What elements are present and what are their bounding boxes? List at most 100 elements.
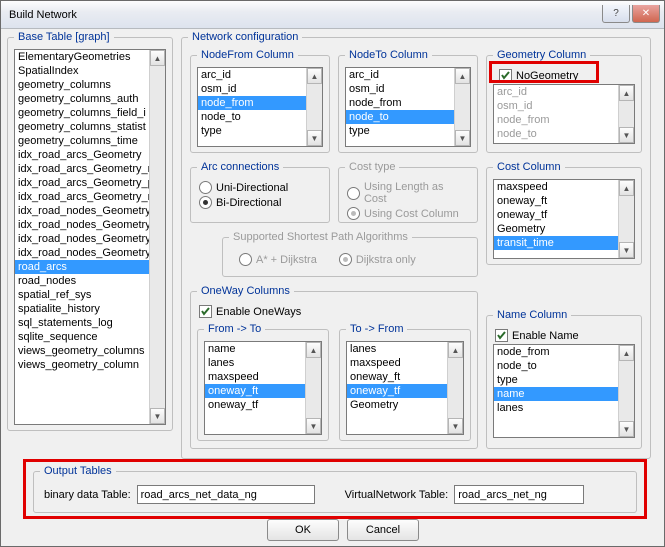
- list-item[interactable]: spatialite_history: [15, 302, 165, 316]
- scroll-up-icon[interactable]: ▲: [307, 68, 322, 84]
- list-item[interactable]: idx_road_arcs_Geometry: [15, 148, 165, 162]
- enable-oneways-row[interactable]: Enable OneWays: [199, 305, 469, 318]
- list-item[interactable]: idx_road_arcs_Geometry_p: [15, 176, 165, 190]
- list-item[interactable]: maxspeed: [205, 370, 321, 384]
- scroll-down-icon[interactable]: ▼: [448, 418, 463, 434]
- enable-name-row[interactable]: Enable Name: [495, 329, 633, 342]
- list-item[interactable]: arc_id: [198, 68, 322, 82]
- from-to-listbox[interactable]: namelanesmaxspeedoneway_ftoneway_tf▲▼: [204, 341, 322, 435]
- scrollbar[interactable]: ▲▼: [454, 68, 470, 146]
- list-item[interactable]: node_to: [346, 110, 470, 124]
- list-item[interactable]: transit_time: [494, 236, 634, 250]
- list-item[interactable]: osm_id: [198, 82, 322, 96]
- list-item[interactable]: spatial_ref_sys: [15, 288, 165, 302]
- base-table-listbox[interactable]: ElementaryGeometriesSpatialIndexgeometry…: [14, 49, 166, 425]
- list-item[interactable]: type: [494, 373, 634, 387]
- list-item[interactable]: maxspeed: [347, 356, 463, 370]
- virtualnetwork-input[interactable]: road_arcs_net_ng: [454, 485, 584, 504]
- list-item[interactable]: oneway_tf: [347, 384, 463, 398]
- scroll-up-icon[interactable]: ▲: [619, 180, 634, 196]
- scroll-down-icon[interactable]: ▼: [150, 408, 165, 424]
- list-item[interactable]: idx_road_nodes_Geometry: [15, 218, 165, 232]
- list-item[interactable]: oneway_tf: [205, 398, 321, 412]
- bi-directional-row[interactable]: Bi-Directional: [199, 196, 321, 209]
- list-item[interactable]: views_geometry_column: [15, 358, 165, 372]
- list-item[interactable]: lanes: [205, 356, 321, 370]
- scrollbar[interactable]: ▲▼: [618, 180, 634, 258]
- scrollbar[interactable]: ▲▼: [306, 68, 322, 146]
- list-item[interactable]: geometry_columns_statist: [15, 120, 165, 134]
- list-item[interactable]: oneway_ft: [494, 194, 634, 208]
- list-item[interactable]: ElementaryGeometries: [15, 50, 165, 64]
- list-item[interactable]: Geometry: [347, 398, 463, 412]
- scrollbar[interactable]: ▲▼: [447, 342, 463, 434]
- list-item[interactable]: name: [494, 387, 634, 401]
- list-item[interactable]: Geometry: [494, 222, 634, 236]
- scroll-up-icon[interactable]: ▲: [448, 342, 463, 358]
- to-from-listbox[interactable]: lanesmaxspeedoneway_ftoneway_tfGeometry▲…: [346, 341, 464, 435]
- list-item[interactable]: geometry_columns_field_i: [15, 106, 165, 120]
- list-item[interactable]: road_nodes: [15, 274, 165, 288]
- cost-column-listbox[interactable]: maxspeedoneway_ftoneway_tfGeometrytransi…: [493, 179, 635, 259]
- list-item[interactable]: views_geometry_columns: [15, 344, 165, 358]
- list-item[interactable]: geometry_columns_auth: [15, 92, 165, 106]
- scrollbar[interactable]: ▲▼: [305, 342, 321, 434]
- scroll-up-icon[interactable]: ▲: [306, 342, 321, 358]
- list-item[interactable]: oneway_ft: [205, 384, 321, 398]
- help-button[interactable]: ?: [602, 5, 630, 23]
- list-item[interactable]: road_arcs: [15, 260, 165, 274]
- nodeto-listbox[interactable]: arc_idosm_idnode_fromnode_totype▲▼: [345, 67, 471, 147]
- list-item[interactable]: idx_road_arcs_Geometry_r: [15, 190, 165, 204]
- scroll-down-icon[interactable]: ▼: [307, 130, 322, 146]
- scroll-up-icon[interactable]: ▲: [455, 68, 470, 84]
- scroll-up-icon[interactable]: ▲: [619, 345, 634, 361]
- list-item[interactable]: SpatialIndex: [15, 64, 165, 78]
- name-listbox[interactable]: node_fromnode_totypenamelanes▲▼: [493, 344, 635, 438]
- bi-directional-radio[interactable]: [199, 196, 212, 209]
- uni-directional-row[interactable]: Uni-Directional: [199, 181, 321, 194]
- list-item[interactable]: sqlite_sequence: [15, 330, 165, 344]
- list-item[interactable]: oneway_tf: [494, 208, 634, 222]
- list-item[interactable]: maxspeed: [494, 180, 634, 194]
- scrollbar[interactable]: ▲▼: [618, 345, 634, 437]
- list-item[interactable]: name: [205, 342, 321, 356]
- nogeometry-checkbox[interactable]: [499, 69, 512, 82]
- binary-table-input[interactable]: road_arcs_net_data_ng: [137, 485, 315, 504]
- nogeometry-checkbox-row[interactable]: NoGeometry: [499, 69, 633, 82]
- list-item[interactable]: geometry_columns: [15, 78, 165, 92]
- list-item[interactable]: idx_road_nodes_Geometry: [15, 232, 165, 246]
- scroll-down-icon[interactable]: ▼: [306, 418, 321, 434]
- list-item[interactable]: oneway_ft: [347, 370, 463, 384]
- ok-button[interactable]: OK: [267, 519, 339, 541]
- uni-directional-radio[interactable]: [199, 181, 212, 194]
- list-item[interactable]: node_from: [494, 345, 634, 359]
- cancel-button[interactable]: Cancel: [347, 519, 419, 541]
- scroll-down-icon[interactable]: ▼: [455, 130, 470, 146]
- close-button[interactable]: ✕: [632, 5, 660, 23]
- scroll-down-icon[interactable]: ▼: [619, 421, 634, 437]
- enable-name-checkbox[interactable]: [495, 329, 508, 342]
- list-item[interactable]: geometry_columns_time: [15, 134, 165, 148]
- nodefrom-listbox[interactable]: arc_idosm_idnode_fromnode_totype▲▼: [197, 67, 323, 147]
- scrollbar[interactable]: ▲ ▼: [149, 50, 165, 424]
- list-item[interactable]: type: [198, 124, 322, 138]
- enable-oneways-checkbox[interactable]: [199, 305, 212, 318]
- scroll-up-icon[interactable]: ▲: [150, 50, 165, 66]
- scroll-down-icon[interactable]: ▼: [619, 242, 634, 258]
- list-item[interactable]: node_to: [198, 110, 322, 124]
- list-item[interactable]: idx_road_nodes_Geometry: [15, 204, 165, 218]
- list-item[interactable]: idx_road_arcs_Geometry_n: [15, 162, 165, 176]
- list-item[interactable]: idx_road_nodes_Geometry: [15, 246, 165, 260]
- scroll-track[interactable]: [150, 66, 165, 408]
- list-item[interactable]: lanes: [494, 401, 634, 415]
- list-item[interactable]: type: [346, 124, 470, 138]
- list-item[interactable]: osm_id: [346, 82, 470, 96]
- list-item[interactable]: node_to: [494, 359, 634, 373]
- list-item[interactable]: lanes: [347, 342, 463, 356]
- list-item[interactable]: arc_id: [346, 68, 470, 82]
- list-item[interactable]: node_from: [346, 96, 470, 110]
- list-item: node_to: [494, 127, 634, 141]
- titlebar[interactable]: Build Network ? ✕: [1, 1, 664, 29]
- list-item[interactable]: node_from: [198, 96, 322, 110]
- list-item[interactable]: sql_statements_log: [15, 316, 165, 330]
